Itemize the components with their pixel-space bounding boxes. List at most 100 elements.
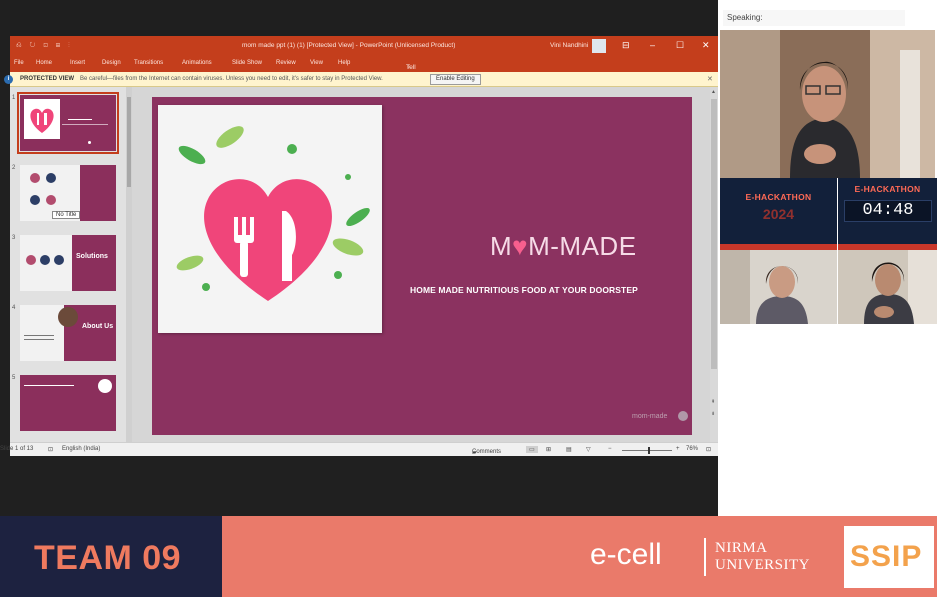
watermark-logo-icon [678, 411, 688, 421]
status-bar: Slide 1 of 13 ⊡ English (India) ▰ Commen… [0, 442, 718, 456]
slide-edit-area[interactable]: M♥M-MADE HOME MADE NUTRITIOUS FOOD AT YO… [132, 87, 718, 442]
thumb-number-5: 5 [12, 375, 16, 381]
hackathon-logo-tile[interactable]: E-HACKATHON 2024 [720, 178, 837, 250]
thumb-line [24, 335, 54, 336]
tab-animations[interactable]: Animations [182, 60, 212, 66]
protected-view-label: PROTECTED VIEW [20, 76, 75, 82]
user-avatar[interactable] [592, 39, 606, 53]
zoom-slider-handle[interactable] [648, 447, 650, 454]
tab-file[interactable]: File [14, 60, 24, 66]
slide-sorter-icon[interactable]: ⊞ [546, 446, 551, 453]
thumb-circle [30, 195, 40, 205]
reading-view-icon[interactable]: ▤ [566, 446, 572, 453]
tab-review[interactable]: Review [276, 60, 296, 66]
screen: ⎌ ↻ ⊡ ⊞ ⋮ mom made ppt (1) (1) [Protecte… [0, 0, 937, 597]
user-name[interactable]: Vini Nandhini [550, 42, 588, 49]
window-title: mom made ppt (1) (1) [Protected View] - … [242, 42, 456, 49]
brand-suffix: M-MADE [528, 231, 637, 261]
powerpoint-window: ⎌ ↻ ⊡ ⊞ ⋮ mom made ppt (1) (1) [Protecte… [0, 36, 718, 456]
slide-count: Slide 1 of 13 [0, 446, 34, 452]
quick-access-toolbar[interactable]: ⎌ ↻ ⊡ ⊞ ⋮ [16, 42, 73, 50]
speaker-video-frame [720, 30, 935, 178]
tab-slide-show[interactable]: Slide Show [232, 60, 262, 66]
tab-home[interactable]: Home [36, 60, 52, 66]
tab-transitions[interactable]: Transitions [134, 60, 163, 66]
brand-prefix: M [490, 231, 513, 261]
slide-scroll-handle[interactable] [711, 99, 717, 369]
hackathon-title: E-HACKATHON [745, 192, 812, 202]
zoom-out-icon[interactable]: − [608, 446, 612, 452]
thumb-circle [54, 255, 64, 265]
thumb-circle [46, 195, 56, 205]
heart-fork-knife-icon [176, 126, 370, 301]
slide-thumbnail-3[interactable]: Solutions [20, 235, 116, 291]
thumb-title: Solutions [76, 253, 108, 260]
thumb-circle [30, 173, 40, 183]
close-button[interactable]: ✕ [702, 40, 710, 51]
thumb-number-2: 2 [12, 165, 16, 171]
close-icon[interactable]: ✕ [707, 75, 713, 83]
slide-scrollbar[interactable]: ▲ ⇞ ⇟ [710, 87, 718, 442]
thumb-circle [40, 255, 50, 265]
normal-view-icon[interactable]: ▭ [526, 446, 538, 453]
slideshow-icon[interactable]: ▽ [586, 446, 591, 453]
tab-view[interactable]: View [310, 60, 323, 66]
ribbon-tabs: File Home Insert Design Transitions Anim… [10, 56, 718, 113]
slide-thumbnail-1[interactable] [17, 92, 119, 154]
thumb-circle [46, 173, 56, 183]
zoom-slider[interactable] [622, 450, 672, 451]
participant-video-3[interactable] [838, 250, 937, 324]
thumb-dot [88, 141, 91, 144]
thumb-number-4: 4 [12, 305, 16, 311]
hackathon-year: 2024 [762, 206, 795, 222]
sponsor-strip: e-cell NIRMA UNIVERSITY SSIP [222, 516, 937, 597]
thumb-number-3: 3 [12, 235, 16, 241]
current-slide[interactable]: M♥M-MADE HOME MADE NUTRITIOUS FOOD AT YO… [152, 97, 692, 435]
hackathon-title: E-HACKATHON [854, 184, 921, 194]
thumb-line [68, 119, 92, 120]
slide-thumbnail-4[interactable]: About Us [20, 305, 116, 361]
participant-video-2[interactable] [720, 250, 837, 324]
zoom-level[interactable]: 76% [686, 446, 698, 452]
tab-design[interactable]: Design [102, 60, 121, 66]
screen-share-area: ⎌ ↻ ⊡ ⊞ ⋮ mom made ppt (1) (1) [Protecte… [0, 0, 718, 516]
scroll-up-arrow-icon[interactable]: ▲ [711, 89, 716, 95]
university-line-1: NIRMA [715, 540, 768, 556]
minimize-button[interactable]: – [650, 40, 655, 50]
thumb-photo [58, 307, 78, 327]
ssip-logo-text: SSIP [850, 540, 923, 573]
brand-name: M♥M-MADE [490, 231, 637, 262]
language-label[interactable]: English (India) [62, 446, 100, 452]
tab-help[interactable]: Help [338, 60, 350, 66]
zoom-in-icon[interactable]: + [676, 446, 680, 452]
hackathon-timer-tile[interactable]: E-HACKATHON 04:48 [838, 178, 937, 250]
thumb-circle [26, 255, 36, 265]
countdown-timer: 04:48 [844, 200, 932, 222]
speaking-indicator: Speaking: [723, 10, 905, 26]
university-line-2: UNIVERSITY [715, 557, 810, 573]
slide-thumbnails-pane[interactable]: 1 2 No Title 3 Solutions 4 About Us 5 [10, 87, 132, 442]
thumbnail-tooltip: No Title [52, 211, 81, 219]
slide-watermark: mom-made [632, 413, 668, 420]
thumb-logo [24, 99, 60, 139]
thumbnails-scroll-handle[interactable] [127, 97, 131, 187]
enable-editing-button[interactable]: Enable Editing [430, 74, 481, 85]
maximize-button[interactable]: ☐ [676, 40, 684, 51]
thumb-line [24, 339, 54, 340]
thumb-panel [80, 165, 116, 221]
participant-2-frame [720, 250, 837, 324]
slide-tagline: HOME MADE NUTRITIOUS FOOD AT YOUR DOORST… [410, 285, 638, 295]
heart-icon: ♥ [512, 231, 529, 261]
tab-insert[interactable]: Insert [70, 60, 85, 66]
previous-slide-icon[interactable]: ⇞ [711, 399, 715, 405]
thumb-line [24, 385, 74, 386]
participant-video-speaker[interactable] [720, 30, 935, 178]
ribbon-display-options-icon[interactable]: ⊟ [622, 40, 630, 51]
next-slide-icon[interactable]: ⇟ [711, 411, 715, 417]
info-shield-icon: i [4, 75, 13, 84]
protected-view-message: Be careful—files from the Internet can c… [80, 76, 383, 82]
fit-slide-icon[interactable]: ⊡ [706, 446, 711, 453]
spellcheck-icon[interactable]: ⊡ [48, 446, 53, 453]
thumb-heart-badge [98, 379, 112, 393]
slide-thumbnail-5[interactable] [20, 375, 116, 431]
